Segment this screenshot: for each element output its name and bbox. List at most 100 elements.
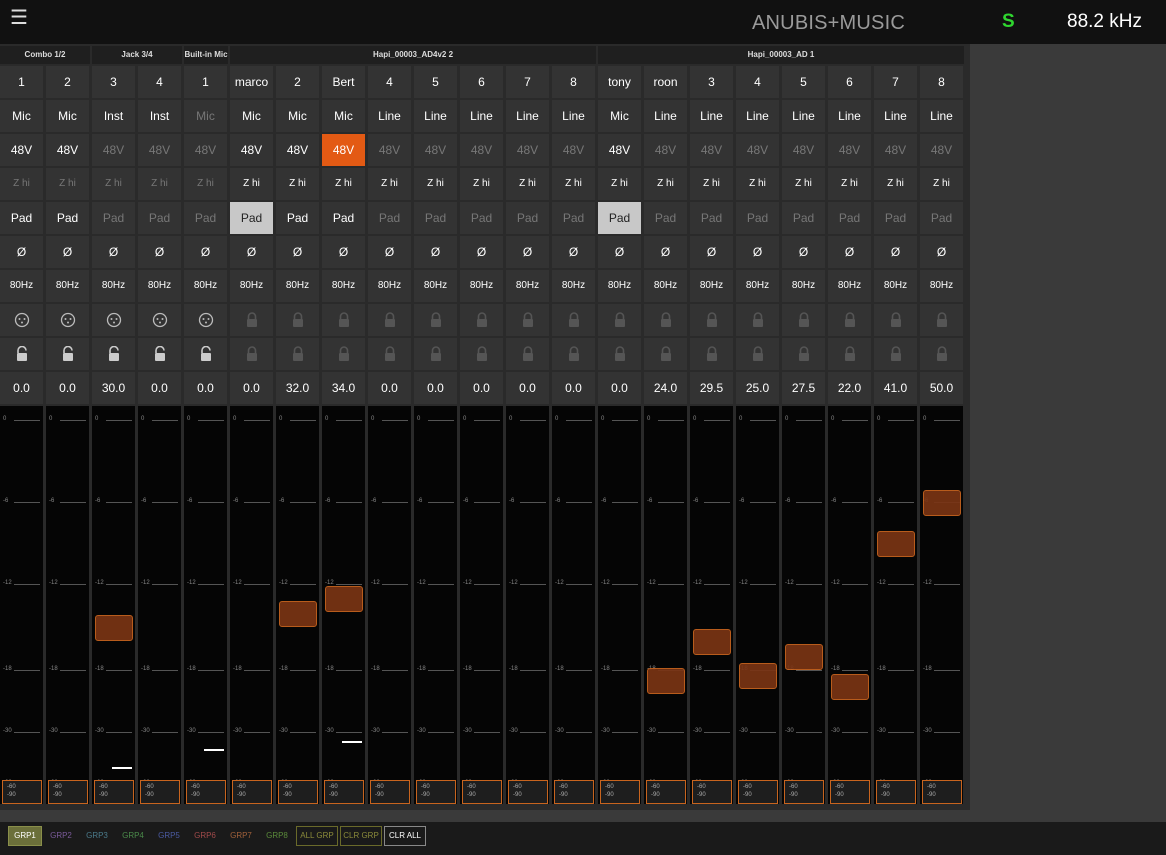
fader-knob[interactable] [647,668,685,695]
channel-name[interactable]: 5 [414,66,457,98]
xlr-icon[interactable] [138,304,181,336]
z-hi-button[interactable]: Z hi [46,168,89,200]
channel-name[interactable]: 7 [506,66,549,98]
input-type[interactable]: Inst [92,100,135,132]
channel-name[interactable]: 1 [184,66,227,98]
hpf-button[interactable]: 80Hz [598,270,641,302]
lock-icon[interactable] [506,304,549,336]
phantom-48v-button[interactable]: 48V [598,134,641,166]
fader-bottom[interactable]: -60 -90 [2,780,42,804]
lock-icon[interactable] [782,338,825,370]
fader-bottom[interactable]: -60 -90 [232,780,272,804]
phase-invert-button[interactable]: Ø [368,236,411,268]
channel-name[interactable]: 5 [782,66,825,98]
channel-name[interactable]: roon [644,66,687,98]
channel-name[interactable]: 2 [276,66,319,98]
z-hi-button[interactable]: Z hi [874,168,917,200]
fader-knob[interactable] [923,490,961,516]
input-type[interactable]: Mic [276,100,319,132]
lock-icon[interactable] [506,338,549,370]
fader-track[interactable]: 0-6-12-18-30-60-60-90 [138,406,181,804]
group-button[interactable]: CLR GRP [340,826,382,846]
phase-invert-button[interactable]: Ø [46,236,89,268]
pad-button[interactable]: Pad [874,202,917,234]
input-type[interactable]: Mic [46,100,89,132]
lock-icon[interactable] [690,304,733,336]
gain-value[interactable]: 0.0 [414,372,457,404]
pad-button[interactable]: Pad [598,202,641,234]
fader-track[interactable]: 0-6-12-18-30-60-60-90 [230,406,273,804]
pad-button[interactable]: Pad [184,202,227,234]
z-hi-button[interactable]: Z hi [0,168,43,200]
lock-icon[interactable] [414,304,457,336]
phase-invert-button[interactable]: Ø [230,236,273,268]
pad-button[interactable]: Pad [276,202,319,234]
phase-invert-button[interactable]: Ø [0,236,43,268]
input-type[interactable]: Line [460,100,503,132]
pad-button[interactable]: Pad [230,202,273,234]
pad-button[interactable]: Pad [414,202,457,234]
hpf-button[interactable]: 80Hz [782,270,825,302]
pad-button[interactable]: Pad [920,202,963,234]
phase-invert-button[interactable]: Ø [184,236,227,268]
z-hi-button[interactable]: Z hi [92,168,135,200]
lock-icon[interactable] [920,304,963,336]
fader-track[interactable]: 0-6-12-18-30-60-60-90 [690,406,733,804]
lock-icon[interactable] [460,338,503,370]
channel-name[interactable]: 3 [92,66,135,98]
gain-value[interactable]: 24.0 [644,372,687,404]
hpf-button[interactable]: 80Hz [184,270,227,302]
pad-button[interactable]: Pad [322,202,365,234]
phase-invert-button[interactable]: Ø [736,236,779,268]
lock-icon[interactable] [460,304,503,336]
phantom-48v-button[interactable]: 48V [644,134,687,166]
fader-knob[interactable] [279,600,317,627]
hpf-button[interactable]: 80Hz [0,270,43,302]
lock-icon[interactable] [368,338,411,370]
fader-bottom[interactable]: -60 -90 [876,780,916,804]
gain-value[interactable]: 25.0 [736,372,779,404]
input-type[interactable]: Mic [598,100,641,132]
phase-invert-button[interactable]: Ø [92,236,135,268]
fader-knob[interactable] [831,673,869,700]
hpf-button[interactable]: 80Hz [460,270,503,302]
lock-icon[interactable] [230,338,273,370]
phase-invert-button[interactable]: Ø [552,236,595,268]
gain-value[interactable]: 0.0 [552,372,595,404]
hpf-button[interactable]: 80Hz [506,270,549,302]
pad-button[interactable]: Pad [782,202,825,234]
fader-bottom[interactable]: -60 -90 [140,780,180,804]
group-button[interactable]: GRP4 [116,826,150,846]
channel-name[interactable]: 3 [690,66,733,98]
phase-invert-button[interactable]: Ø [276,236,319,268]
phantom-48v-button[interactable]: 48V [460,134,503,166]
fader-track[interactable]: 0-6-12-18-30-60-60-90 [736,406,779,804]
input-type[interactable]: Line [368,100,411,132]
hpf-button[interactable]: 80Hz [828,270,871,302]
gain-value[interactable]: 0.0 [506,372,549,404]
input-type[interactable]: Line [644,100,687,132]
fader-bottom[interactable]: -60 -90 [416,780,456,804]
phantom-48v-button[interactable]: 48V [736,134,779,166]
input-type[interactable]: Line [690,100,733,132]
phantom-48v-button[interactable]: 48V [690,134,733,166]
input-type[interactable]: Line [414,100,457,132]
z-hi-button[interactable]: Z hi [276,168,319,200]
lock-icon[interactable] [828,338,871,370]
gain-value[interactable]: 0.0 [184,372,227,404]
gain-value[interactable]: 41.0 [874,372,917,404]
unlock-icon[interactable] [92,338,135,370]
channel-name[interactable]: Bert [322,66,365,98]
channel-name[interactable]: 4 [736,66,779,98]
input-type[interactable]: Inst [138,100,181,132]
channel-name[interactable]: 7 [874,66,917,98]
gain-value[interactable]: 0.0 [230,372,273,404]
gain-value[interactable]: 30.0 [92,372,135,404]
lock-icon[interactable] [690,338,733,370]
lock-icon[interactable] [598,304,641,336]
phantom-48v-button[interactable]: 48V [230,134,273,166]
lock-icon[interactable] [920,338,963,370]
fader-track[interactable]: 0-6-12-18-30-60-60-90 [322,406,365,804]
fader-track[interactable]: 0-6-12-18-30-60-60-90 [184,406,227,804]
input-type[interactable]: Mic [322,100,365,132]
